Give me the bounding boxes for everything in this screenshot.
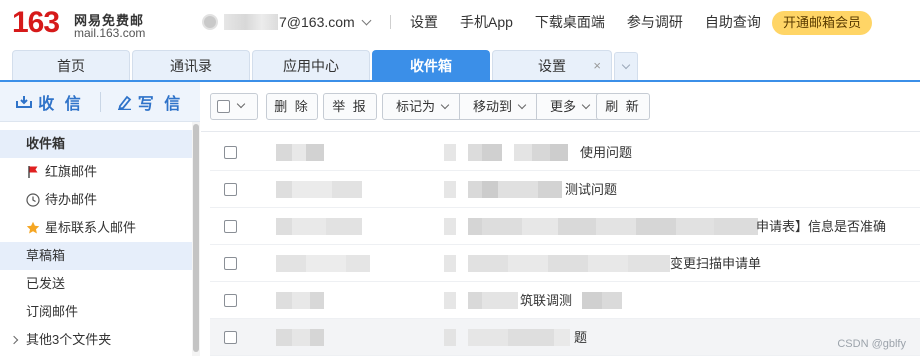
mail-subject: 题 bbox=[574, 330, 588, 345]
blurred-username bbox=[224, 14, 278, 30]
mark-as-dropdown[interactable]: 标记为 bbox=[383, 94, 461, 119]
top-links: 设置 手机App 下载桌面端 参与调研 自助查询 bbox=[410, 12, 783, 32]
link-settings[interactable]: 设置 bbox=[410, 12, 438, 32]
folder-drafts[interactable]: 草稿箱 bbox=[0, 242, 192, 270]
tab-label: 首页 bbox=[57, 58, 85, 74]
chevron-down-icon bbox=[361, 15, 372, 25]
compose-button[interactable]: 写 信 bbox=[100, 82, 200, 122]
compose-row: 收 信 写 信 bbox=[0, 82, 200, 122]
mail-row[interactable]: 申请表】信息是否准确 bbox=[210, 208, 920, 245]
vip-button[interactable]: 开通邮箱会员 bbox=[772, 11, 873, 35]
mail-toolbar: 删 除 举 报 标记为 移动到 更多 刷 新 bbox=[201, 82, 920, 132]
mail-row[interactable]: 筑联调测 bbox=[210, 282, 920, 319]
select-all-dropdown[interactable] bbox=[210, 93, 258, 120]
row-checkbox[interactable] bbox=[224, 257, 237, 270]
folder-label: 收件箱 bbox=[26, 136, 66, 151]
mail-row[interactable]: 使用问题 bbox=[210, 134, 920, 171]
refresh-button[interactable]: 刷 新 bbox=[596, 93, 650, 120]
report-button[interactable]: 举 报 bbox=[323, 93, 377, 120]
tab-label: 应用中心 bbox=[283, 58, 339, 74]
tab-home[interactable]: 首页 bbox=[12, 50, 130, 80]
folder-label: 其他3个文件夹 bbox=[26, 332, 112, 347]
receive-label: 收 信 bbox=[38, 96, 84, 113]
mail-subject: 测试问题 bbox=[565, 182, 618, 197]
select-all-checkbox[interactable] bbox=[217, 100, 230, 113]
watermark: CSDN @gblfy bbox=[837, 338, 906, 350]
chevron-down-icon bbox=[581, 100, 591, 110]
logo-number: 163 bbox=[12, 6, 60, 39]
tab-label: 设置 bbox=[538, 58, 566, 74]
sidebar: 收 信 写 信 收件箱 红旗邮件 待办邮件 星标联系人邮件 草稿箱 已发送 订阅… bbox=[0, 82, 200, 356]
row-checkbox[interactable] bbox=[224, 183, 237, 196]
folder-inbox[interactable]: 收件箱 bbox=[0, 130, 192, 158]
mail-row[interactable]: 题 bbox=[210, 319, 920, 356]
star-icon bbox=[26, 221, 40, 234]
clock-icon bbox=[26, 193, 40, 207]
folder-label: 已发送 bbox=[26, 276, 66, 291]
top-bar: 163 网易免费邮 mail.163.com 7@163.com 设置 手机Ap… bbox=[0, 0, 920, 46]
more-dropdown[interactable]: 更多 bbox=[537, 94, 600, 119]
account-menu[interactable]: 7@163.com bbox=[202, 11, 372, 33]
inbox-download-icon bbox=[16, 96, 33, 108]
row-checkbox[interactable] bbox=[224, 331, 237, 344]
tab-label: 通讯录 bbox=[170, 58, 212, 74]
chevron-down-icon bbox=[621, 60, 631, 70]
tab-overflow-button[interactable] bbox=[614, 52, 638, 80]
move-to-dropdown[interactable]: 移动到 bbox=[460, 94, 538, 119]
chevron-right-icon[interactable] bbox=[9, 335, 19, 345]
chevron-down-icon bbox=[517, 100, 527, 110]
move-to-label: 移动到 bbox=[473, 99, 513, 114]
tab-app-center[interactable]: 应用中心 bbox=[252, 50, 370, 80]
mail-subject: 变更扫描申请单 bbox=[670, 256, 762, 271]
folder-starred-contacts[interactable]: 星标联系人邮件 bbox=[0, 214, 192, 242]
compose-label: 写 信 bbox=[137, 96, 184, 113]
divider bbox=[390, 15, 391, 29]
tab-settings[interactable]: 设置 × bbox=[492, 50, 612, 80]
sidebar-scrollbar-thumb[interactable] bbox=[193, 124, 199, 352]
red-flag-icon bbox=[28, 166, 38, 178]
folder-label: 草稿箱 bbox=[26, 248, 66, 263]
link-desktop-download[interactable]: 下载桌面端 bbox=[535, 12, 605, 32]
folder-red-flag[interactable]: 红旗邮件 bbox=[0, 158, 192, 186]
mail-subject: 申请表】信息是否准确 bbox=[756, 219, 887, 234]
row-checkbox[interactable] bbox=[224, 294, 237, 307]
mail-subject: 筑联调测 bbox=[520, 293, 573, 308]
tab-contacts[interactable]: 通讯录 bbox=[132, 50, 250, 80]
delete-button[interactable]: 删 除 bbox=[266, 93, 318, 120]
folder-todo[interactable]: 待办邮件 bbox=[0, 186, 192, 214]
mail-row[interactable]: 测试问题 bbox=[210, 171, 920, 208]
folder-other-folders[interactable]: 其他3个文件夹 bbox=[0, 326, 192, 354]
row-checkbox[interactable] bbox=[224, 146, 237, 159]
tab-inbox[interactable]: 收件箱 bbox=[372, 50, 490, 80]
folder-subscriptions[interactable]: 订阅邮件 bbox=[0, 298, 192, 326]
more-label: 更多 bbox=[550, 99, 577, 114]
account-email: 7@163.com bbox=[279, 14, 355, 30]
mark-as-label: 标记为 bbox=[396, 99, 436, 114]
pen-icon bbox=[117, 95, 132, 110]
mail-row[interactable]: 变更扫描申请单 bbox=[210, 245, 920, 282]
chevron-down-icon bbox=[236, 99, 246, 109]
action-button-group: 标记为 移动到 更多 bbox=[382, 93, 602, 120]
logo-domain: mail.163.com bbox=[74, 26, 146, 40]
folder-label: 待办邮件 bbox=[45, 192, 98, 207]
folder-label: 订阅邮件 bbox=[26, 304, 79, 319]
mail-list: 使用问题 测试问题 申请表】信息是否准确 变更扫描申请单 筑联调测 题 CSDN… bbox=[210, 134, 920, 356]
link-survey[interactable]: 参与调研 bbox=[627, 12, 683, 32]
link-mobile-app[interactable]: 手机App bbox=[460, 12, 513, 32]
folder-sent[interactable]: 已发送 bbox=[0, 270, 192, 298]
folder-label: 星标联系人邮件 bbox=[45, 220, 137, 235]
row-checkbox[interactable] bbox=[224, 220, 237, 233]
receive-button[interactable]: 收 信 bbox=[0, 82, 100, 122]
tab-label: 收件箱 bbox=[410, 58, 452, 74]
chevron-down-icon bbox=[440, 100, 450, 110]
mail-subject: 使用问题 bbox=[580, 145, 633, 160]
folder-label: 红旗邮件 bbox=[45, 164, 98, 179]
close-icon[interactable]: × bbox=[593, 51, 601, 81]
avatar bbox=[202, 14, 218, 30]
link-self-service[interactable]: 自助查询 bbox=[705, 12, 761, 32]
